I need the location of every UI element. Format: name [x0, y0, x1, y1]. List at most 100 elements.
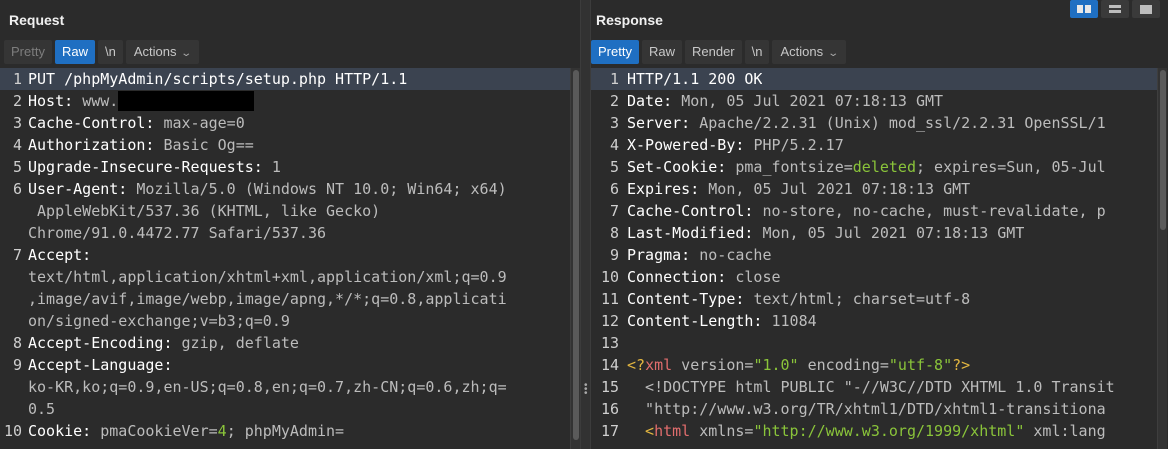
code-line: ,image/avif,image/webp,image/apng,*/*;q=…	[0, 288, 570, 310]
line-content: Accept:	[28, 244, 100, 266]
response-pretty-tab[interactable]: Pretty	[591, 40, 639, 64]
line-content: ,image/avif,image/webp,image/apng,*/*;q=…	[28, 288, 507, 310]
header-value: <!DOCTYPE html PUBLIC "-//W3C//DTD XHTML…	[627, 378, 1115, 396]
code-line: text/html,application/xhtml+xml,applicat…	[0, 266, 570, 288]
code-line: 10 Connection: close	[591, 266, 1157, 288]
header-name: Upgrade-Insecure-Requests:	[28, 158, 272, 176]
request-scrollbar[interactable]	[570, 68, 580, 449]
header-name: Connection:	[627, 268, 736, 286]
line-number	[0, 222, 28, 244]
line-content: Host: www.	[28, 90, 255, 112]
header-name: Content-Length:	[627, 312, 772, 330]
columns-icon	[1077, 5, 1091, 13]
response-raw-tab[interactable]: Raw	[641, 40, 682, 64]
line-content: AppleWebKit/537.36 (KHTML, like Gecko)	[28, 200, 380, 222]
header-value: Basic Og==	[163, 136, 254, 154]
line-number: 16	[600, 400, 619, 418]
line-content: on/signed-exchange;v=b3;q=0.9	[28, 310, 290, 332]
layout-stacked-button[interactable]	[1101, 0, 1129, 18]
header-name: Expires:	[627, 180, 709, 198]
line-content: Content-Type: text/html; charset=utf-8	[627, 288, 970, 310]
layout-side-by-side-button[interactable]	[1070, 0, 1098, 18]
response-newline-toggle[interactable]: \n	[744, 40, 770, 64]
line-number	[0, 398, 28, 420]
code-line: 2 Date: Mon, 05 Jul 2021 07:18:13 GMT	[591, 90, 1157, 112]
request-actions-menu[interactable]: Actions ⌄	[125, 40, 199, 64]
request-pretty-tab[interactable]: Pretty	[4, 40, 52, 64]
line-content: User-Agent: Mozilla/5.0 (Windows NT 10.0…	[28, 178, 507, 200]
chevron-down-icon: ⌄	[827, 48, 840, 59]
request-scrollbar-thumb[interactable]	[573, 70, 579, 440]
line-content: Cache-Control: no-store, no-cache, must-…	[627, 200, 1106, 222]
line-number: 10	[600, 268, 619, 286]
header-value: ,image/avif,image/webp,image/apng,*/*;q=…	[28, 290, 507, 308]
response-title: Response	[596, 12, 663, 28]
line-content: Last-Modified: Mon, 05 Jul 2021 07:18:13…	[627, 222, 1024, 244]
xml-token: version=	[672, 356, 754, 374]
line-content: <!DOCTYPE html PUBLIC "-//W3C//DTD XHTML…	[627, 376, 1115, 398]
request-editor[interactable]: 1 PUT /phpMyAdmin/scripts/setup.php HTTP/…	[0, 68, 570, 449]
header-value: pmaCookieVer=	[100, 422, 218, 440]
layout-tabs-button[interactable]	[1132, 0, 1160, 18]
code-line: 15 <!DOCTYPE html PUBLIC "-//W3C//DTD XH…	[591, 376, 1157, 398]
code-line: 13	[591, 332, 1157, 354]
code-line: 4 X-Powered-By: PHP/5.2.17	[591, 134, 1157, 156]
code-line: 1 HTTP/1.1 200 OK	[591, 68, 1157, 90]
line-number: 10	[3, 422, 22, 440]
header-value: text/html,application/xhtml+xml,applicat…	[28, 268, 507, 286]
xml-token: <?	[627, 356, 646, 374]
line-number: 1	[609, 70, 619, 88]
layout-switcher	[1070, 0, 1160, 18]
line-number: 12	[600, 312, 619, 330]
xml-token: encoding=	[798, 356, 889, 374]
line-content: X-Powered-By: PHP/5.2.17	[627, 134, 844, 156]
xml-token: html	[654, 422, 691, 440]
chevron-down-icon: ⌄	[180, 48, 193, 59]
xml-token: ?>	[952, 356, 971, 374]
header-name: Accept:	[28, 246, 101, 264]
xml-token: xml:lang	[1024, 422, 1106, 440]
line-number: 11	[600, 290, 619, 308]
highlighted-value: 4	[217, 422, 227, 440]
line-content: Authorization: Basic Og==	[28, 134, 254, 156]
line-number	[0, 310, 28, 332]
line-number	[0, 376, 28, 398]
request-newline-toggle[interactable]: \n	[97, 40, 123, 64]
line-content: Expires: Mon, 05 Jul 2021 07:18:13 GMT	[627, 178, 970, 200]
response-scrollbar-thumb[interactable]	[1160, 70, 1166, 230]
header-value: Mon, 05 Jul 2021 07:18:13 GMT	[762, 224, 1025, 242]
header-name: Content-Type:	[627, 290, 754, 308]
line-number: 17	[600, 422, 619, 440]
line-number: 9	[12, 356, 22, 374]
line-number: 4	[12, 136, 22, 154]
response-actions-menu[interactable]: Actions ⌄	[772, 40, 846, 64]
code-line: 9 Pragma: no-cache	[591, 244, 1157, 266]
code-line: 14 <?xml version="1.0" encoding="utf-8"?>	[591, 354, 1157, 376]
header-value: Apache/2.2.31 (Unix) mod_ssl/2.2.31 Open…	[699, 114, 1106, 132]
response-scrollbar[interactable]	[1157, 68, 1167, 449]
line-number	[0, 200, 28, 222]
code-line: 11 Content-Type: text/html; charset=utf-8	[591, 288, 1157, 310]
header-name: Accept-Language:	[28, 356, 182, 374]
pane-splitter[interactable]: • • •	[580, 0, 591, 449]
response-render-tab[interactable]: Render	[684, 40, 742, 64]
request-raw-tab[interactable]: Raw	[54, 40, 95, 64]
code-line: 10 Cookie: pmaCookieVer=4; phpMyAdmin=	[0, 420, 570, 442]
header-name: Set-Cookie:	[627, 158, 736, 176]
header-name: Cache-Control:	[627, 202, 763, 220]
header-name: HTTP/1.1 200 OK	[627, 70, 763, 88]
line-content: ko-KR,ko;q=0.9,en-US;q=0.8,en;q=0.7,zh-C…	[28, 376, 507, 398]
code-line: 3 Server: Apache/2.2.31 (Unix) mod_ssl/2.…	[591, 112, 1157, 134]
line-content: Pragma: no-cache	[627, 244, 772, 266]
line-number: 9	[609, 246, 619, 264]
header-value: PHP/5.2.17	[753, 136, 844, 154]
code-line: 6 User-Agent: Mozilla/5.0 (Windows NT 10.…	[0, 178, 570, 200]
line-number: 3	[609, 114, 619, 132]
code-line: 12 Content-Length: 11084	[591, 310, 1157, 332]
header-name: Cookie:	[28, 422, 101, 440]
response-editor[interactable]: 1 HTTP/1.1 200 OK 2 Date: Mon, 05 Jul 2021 …	[591, 68, 1157, 449]
code-line: 17 <html xmlns="http://www.w3.org/1999/x…	[591, 420, 1157, 442]
header-name: User-Agent:	[28, 180, 137, 198]
xml-token: "http://www.w3.org/1999/xhtml"	[753, 422, 1025, 440]
line-number: 2	[609, 92, 619, 110]
